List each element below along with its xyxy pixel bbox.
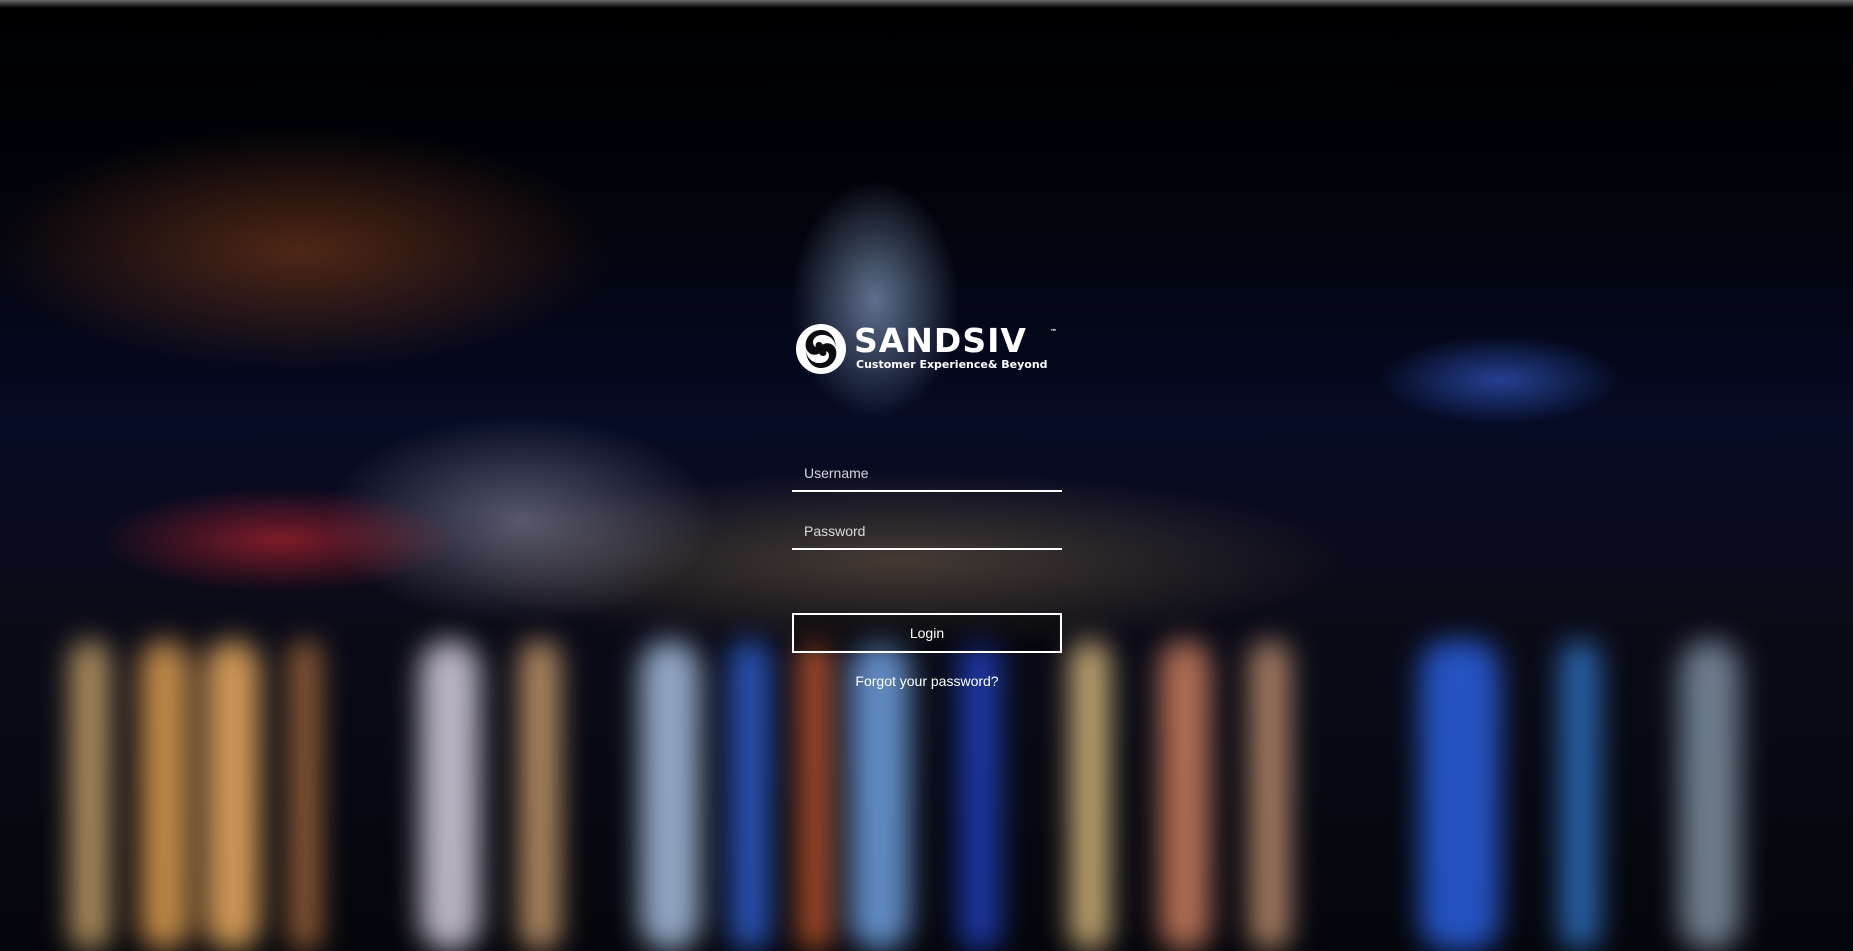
sandsiv-logo: SANDSIV ™ Customer Experience& Beyond [794, 322, 1062, 376]
login-button[interactable]: Login [792, 613, 1062, 653]
username-input[interactable] [792, 456, 1062, 492]
login-panel: SANDSIV ™ Customer Experience& Beyond Lo… [792, 322, 1062, 689]
logo-wordmark: SANDSIV [854, 321, 1027, 360]
logo-tagline: Customer Experience& Beyond [856, 358, 1048, 371]
forgot-password-link[interactable]: Forgot your password? [792, 673, 1062, 689]
sandsiv-swirl-icon [796, 324, 846, 374]
password-input[interactable] [792, 514, 1062, 550]
logo-trademark: ™ [1050, 328, 1057, 336]
